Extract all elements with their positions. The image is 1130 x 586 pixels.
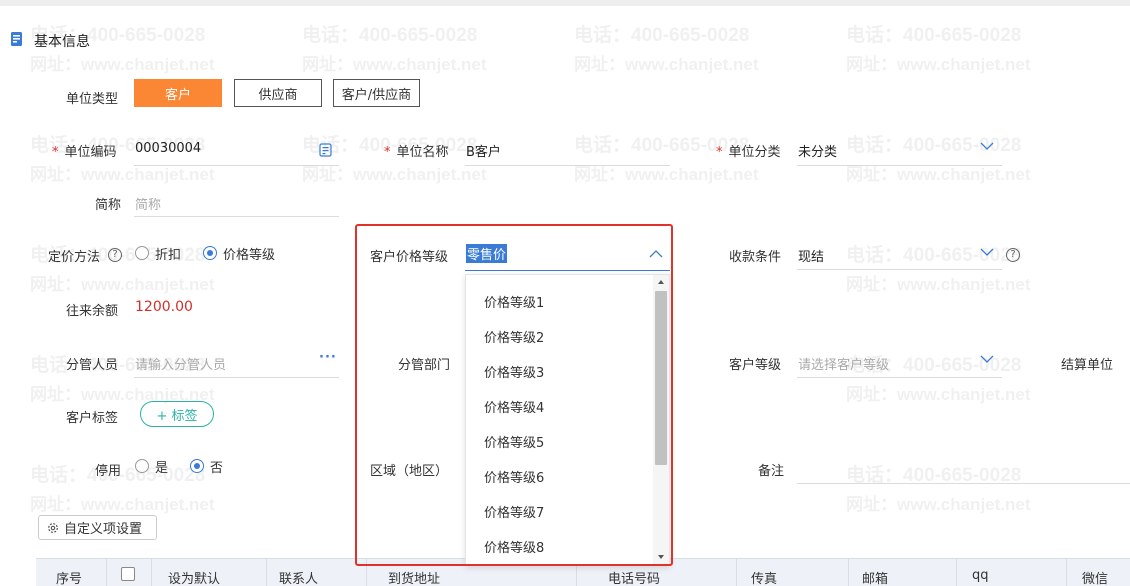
payment-terms-underline xyxy=(797,269,1002,270)
column-divider xyxy=(106,559,107,586)
unit-category-underline xyxy=(797,165,1002,166)
chevron-down-icon[interactable] xyxy=(980,246,994,261)
help-icon[interactable]: ? xyxy=(1006,248,1020,262)
watermark-url: 网址：www.chanjet.net xyxy=(574,55,759,74)
gear-icon xyxy=(47,522,59,534)
manager-input[interactable]: 请输入分管人员 xyxy=(135,354,226,373)
pricing-discount-radio[interactable] xyxy=(135,246,149,260)
table-header-cell: 微信 xyxy=(1082,572,1109,586)
disabled-no-label: 否 xyxy=(210,461,224,476)
top-bar xyxy=(0,0,1130,6)
customer-grade-underline xyxy=(797,377,1002,378)
watermark-phone: 电话：400-665-0028 xyxy=(846,135,1022,156)
section-title: 基本信息 xyxy=(34,34,90,50)
payment-terms-select[interactable]: 现结 xyxy=(798,246,824,265)
table-header-cell: 邮箱 xyxy=(862,572,889,586)
unit-code-label: * 单位编码 xyxy=(52,145,117,160)
watermark-url: 网址：www.chanjet.net xyxy=(846,275,1031,294)
watermark-url: 网址：www.chanjet.net xyxy=(30,275,215,294)
unit-type-both-button[interactable]: 客户/供应商 xyxy=(333,79,420,107)
disabled-yes-label: 是 xyxy=(155,461,169,476)
column-divider xyxy=(266,559,267,586)
unit-category-select[interactable]: 未分类 xyxy=(798,141,837,160)
chevron-down-icon[interactable] xyxy=(980,353,994,368)
table-header-cell: 电话号码 xyxy=(608,572,661,586)
watermark-url: 网址：www.chanjet.net xyxy=(846,495,1031,514)
table-header-cell: 设为默认 xyxy=(168,572,221,586)
unit-category-label: * 单位分类 xyxy=(716,145,781,160)
watermark-url: 网址：www.chanjet.net xyxy=(846,165,1031,184)
unit-name-input[interactable]: B客户 xyxy=(466,141,501,160)
unit-type-supplier-button[interactable]: 供应商 xyxy=(234,79,322,107)
unit-name-underline xyxy=(465,165,670,166)
remark-underline xyxy=(797,483,1130,484)
column-divider xyxy=(736,559,737,586)
table-header-cell: 传真 xyxy=(751,572,778,586)
column-divider xyxy=(1066,559,1067,586)
watermark-url: 网址：www.chanjet.net xyxy=(846,385,1031,404)
short-name-input[interactable]: 简称 xyxy=(135,194,161,213)
payment-terms-label: 收款条件 xyxy=(729,250,782,265)
watermark-url: 网址：www.chanjet.net xyxy=(846,55,1031,74)
more-icon[interactable]: ··· xyxy=(319,350,337,365)
customer-grade-select[interactable]: 请选择客户等级 xyxy=(798,354,889,373)
watermark-phone: 电话：400-665-0028 xyxy=(302,25,478,46)
disabled-no-radio[interactable] xyxy=(190,459,204,473)
watermark-url: 网址：www.chanjet.net xyxy=(30,495,215,514)
help-icon[interactable]: ? xyxy=(108,248,122,262)
table-header-cell: 到货地址 xyxy=(388,572,441,586)
short-name-underline xyxy=(134,216,339,217)
watermark-url: 网址：www.chanjet.net xyxy=(302,55,487,74)
balance-value: 1200.00 xyxy=(135,299,193,315)
unit-type-customer-button[interactable]: 客户 xyxy=(134,79,222,107)
custom-settings-label: 自定义项设置 xyxy=(64,522,143,537)
pricing-level-label: 价格等级 xyxy=(223,248,276,263)
balance-label: 往来余额 xyxy=(66,304,119,319)
add-tag-button[interactable]: + 标签 xyxy=(140,401,214,427)
table-header-cell: 联系人 xyxy=(279,572,319,586)
watermark-url: 网址：www.chanjet.net xyxy=(30,165,215,184)
watermark-phone: 电话：400-665-0028 xyxy=(846,245,1022,266)
document-icon xyxy=(10,31,24,47)
code-generator-icon[interactable] xyxy=(319,143,332,157)
column-divider xyxy=(848,559,849,586)
watermark-url: 网址：www.chanjet.net xyxy=(574,165,759,184)
settlement-unit-label: 结算单位 xyxy=(1061,358,1114,373)
customer-tags-label: 客户标签 xyxy=(66,411,119,426)
pricing-method-label: 定价方法 xyxy=(48,250,101,265)
pricing-discount-label: 折扣 xyxy=(155,248,182,263)
watermark-url: 网址：www.chanjet.net xyxy=(30,55,215,74)
select-all-checkbox[interactable] xyxy=(121,567,135,581)
column-divider xyxy=(151,559,152,586)
unit-code-input[interactable]: 00030004 xyxy=(135,141,201,156)
column-divider xyxy=(956,559,957,586)
disabled-label: 停用 xyxy=(95,464,122,479)
unit-name-label: * 单位名称 xyxy=(384,145,449,160)
watermark-url: 网址：www.chanjet.net xyxy=(302,165,487,184)
manager-label: 分管人员 xyxy=(66,358,119,373)
remark-label: 备注 xyxy=(758,464,785,479)
manager-underline xyxy=(134,377,339,378)
table-header-cell: qq xyxy=(972,568,989,583)
unit-type-label: 单位类型 xyxy=(66,92,119,107)
chevron-down-icon[interactable] xyxy=(980,140,994,155)
customer-grade-label: 客户等级 xyxy=(729,358,782,373)
pricing-level-radio[interactable] xyxy=(203,246,217,260)
watermark-phone: 电话：400-665-0028 xyxy=(574,25,750,46)
table-header-cell: 序号 xyxy=(56,572,83,586)
highlight-box xyxy=(355,224,673,566)
watermark-phone: 电话：400-665-0028 xyxy=(846,25,1022,46)
unit-code-underline xyxy=(134,165,339,166)
custom-settings-button[interactable]: 自定义项设置 xyxy=(38,515,157,540)
short-name-label: 简称 xyxy=(95,198,122,213)
disabled-yes-radio[interactable] xyxy=(135,459,149,473)
